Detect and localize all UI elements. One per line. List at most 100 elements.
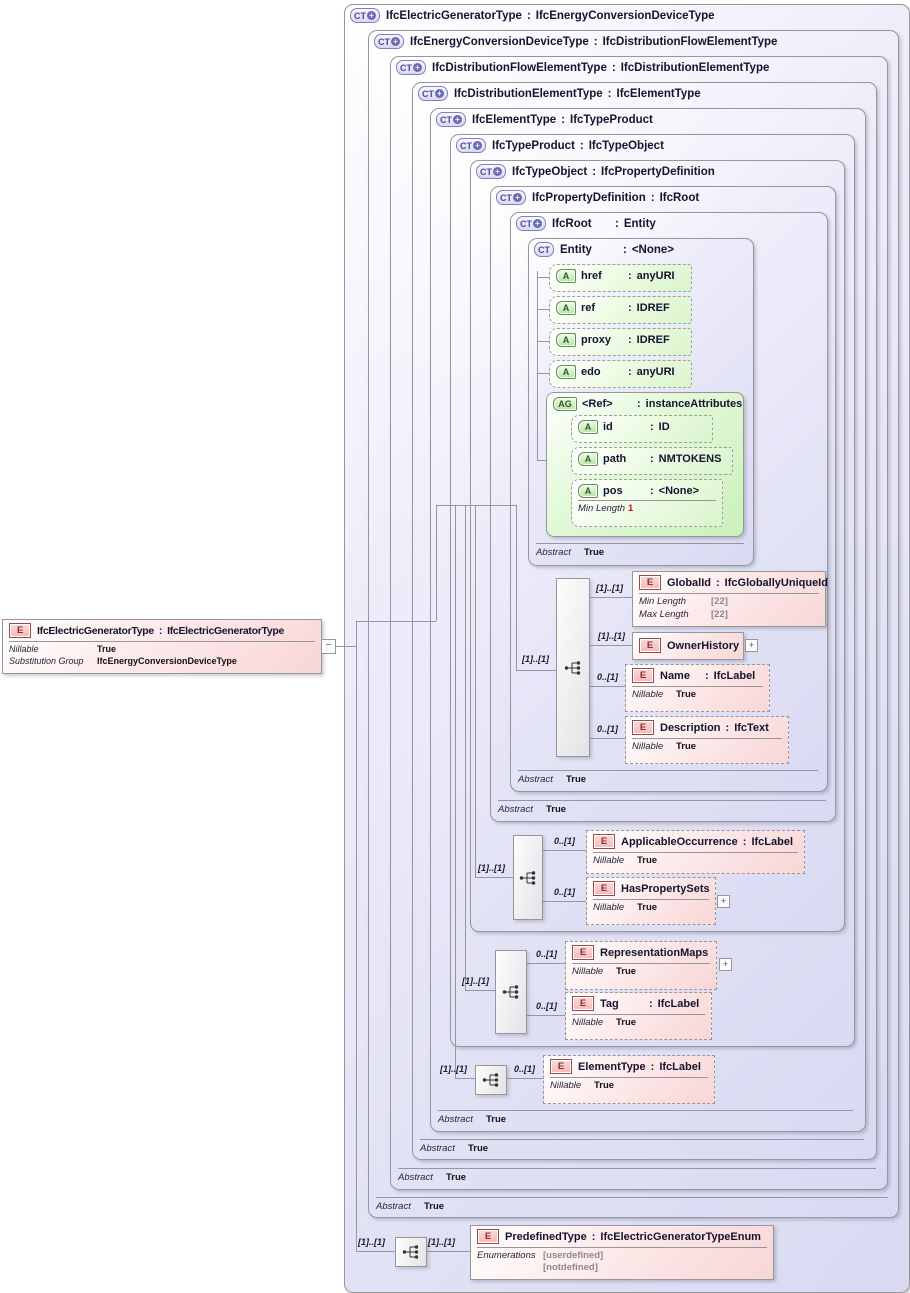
element-icon: E	[477, 1229, 499, 1244]
attribute-ref: A ref:IDREF	[549, 296, 692, 324]
cardinality-label: 0..[1]	[554, 887, 575, 897]
sequence-icon	[401, 1244, 421, 1260]
cardinality-label: 0..[1]	[554, 836, 575, 846]
cardinality-label: 0..[1]	[536, 949, 557, 959]
collapse-toggle[interactable]: −	[321, 639, 336, 654]
attribute-pos: A pos:<None> Min Length1	[571, 479, 723, 527]
element-description: E Description:IfcText NillableTrue	[625, 716, 789, 764]
sequence-group	[475, 1065, 507, 1095]
element-icon: E	[572, 945, 594, 960]
cardinality-label: [1]..[1]	[462, 976, 489, 986]
connector-line	[475, 505, 476, 877]
attribute-group-icon: AG	[553, 397, 577, 411]
element-globalid: E GlobalId:IfcGloballyUniqueId Min Lengt…	[632, 571, 826, 627]
connector-line	[465, 990, 495, 991]
element-elementtype: E ElementType:IfcLabel NillableTrue	[543, 1055, 715, 1104]
attribute-href: A href:anyURI	[549, 264, 692, 292]
cardinality-label: [1]..[1]	[598, 631, 625, 641]
sequence-icon	[501, 984, 521, 1000]
root-element-box: E IfcElectricGeneratorType:IfcElectricGe…	[2, 619, 322, 674]
connector-line	[537, 341, 549, 342]
connector-line	[465, 505, 466, 990]
complex-type-icon: CT	[534, 242, 554, 257]
facet-separator	[376, 1197, 888, 1198]
sequence-group	[395, 1237, 427, 1267]
element-icon: E	[593, 881, 615, 896]
complex-type-icon: CT+	[456, 138, 486, 153]
type-title-ifctypeobject: CT+ IfcTypeObject:IfcPropertyDefinition	[476, 164, 715, 179]
abstract-facet: AbstractTrue	[420, 1143, 488, 1154]
abstract-facet: AbstractTrue	[536, 547, 604, 558]
element-representationmaps: E RepresentationMaps NillableTrue	[565, 941, 717, 990]
connector-line	[537, 309, 549, 310]
type-title-entity: CT Entity:<None>	[534, 242, 674, 257]
sequence-icon	[518, 870, 538, 886]
connector-line	[516, 505, 517, 670]
complex-type-icon: CT+	[350, 8, 380, 23]
complex-type-icon: CT+	[374, 34, 404, 49]
connector-line	[588, 597, 632, 598]
element-name: E Name:IfcLabel NillableTrue	[625, 664, 770, 712]
attribute-icon: A	[556, 333, 576, 347]
connector-line	[505, 1078, 543, 1079]
connector-line	[425, 1251, 470, 1252]
connector-line	[525, 1015, 565, 1016]
type-title-ifcdistributionelementtype: CT+ IfcDistributionElementType:IfcElemen…	[418, 86, 701, 101]
connector-line	[588, 645, 632, 646]
type-title-ifctypeproduct: CT+ IfcTypeProduct:IfcTypeObject	[456, 138, 664, 153]
abstract-facet: AbstractTrue	[398, 1172, 466, 1183]
complex-type-icon: CT+	[436, 112, 466, 127]
connector-line	[516, 670, 556, 671]
attribute-edo: A edo:anyURI	[549, 360, 692, 388]
element-icon: E	[593, 834, 615, 849]
attribute-icon: A	[556, 365, 576, 379]
connector-line	[537, 373, 549, 374]
complex-type-icon: CT+	[516, 216, 546, 231]
facet-separator	[398, 1168, 876, 1169]
connector-line	[336, 646, 356, 647]
element-icon: E	[9, 623, 31, 638]
cardinality-label: 0..[1]	[514, 1064, 535, 1074]
facet-separator	[438, 1110, 853, 1111]
cardinality-label: [1]..[1]	[428, 1237, 455, 1247]
connector-line	[356, 621, 436, 622]
type-title-ifcelementtype: CT+ IfcElementType:IfcTypeProduct	[436, 112, 653, 127]
connector-line	[588, 686, 625, 687]
facet-separator	[498, 800, 826, 801]
element-icon: E	[572, 996, 594, 1011]
expand-toggle[interactable]: +	[745, 639, 758, 652]
attribute-icon: A	[556, 301, 576, 315]
cardinality-label: 0..[1]	[597, 672, 618, 682]
type-title-ifcpropertydefinition: CT+ IfcPropertyDefinition:IfcRoot	[496, 190, 699, 205]
sequence-group	[513, 835, 543, 920]
complex-type-icon: CT+	[396, 60, 426, 75]
attribute-icon: A	[578, 452, 598, 466]
connector-line	[537, 460, 546, 461]
connector-line	[436, 505, 516, 506]
element-predefinedtype: E PredefinedType:IfcElectricGeneratorTyp…	[470, 1225, 774, 1280]
connector-line	[588, 738, 625, 739]
cardinality-label: 0..[1]	[536, 1001, 557, 1011]
type-title-ifcelectricgeneratortype: CT+ IfcElectricGeneratorType:IfcEnergyCo…	[350, 8, 715, 23]
attribute-path: A path:NMTOKENS	[571, 447, 733, 475]
facet-separator	[518, 770, 818, 771]
attribute-icon: A	[556, 269, 576, 283]
connector-line	[541, 850, 586, 851]
sequence-group	[495, 950, 527, 1034]
abstract-facet: AbstractTrue	[376, 1201, 444, 1212]
abstract-facet: AbstractTrue	[498, 804, 566, 815]
cardinality-label: [1]..[1]	[478, 863, 505, 873]
attribute-proxy: A proxy:IDREF	[549, 328, 692, 356]
cardinality-label: [1]..[1]	[596, 583, 623, 593]
connector-line	[455, 1078, 475, 1079]
element-tag: E Tag:IfcLabel NillableTrue	[565, 992, 712, 1040]
type-title-ifcroot: CT+ IfcRoot:Entity	[516, 216, 656, 231]
connector-line	[475, 877, 513, 878]
xsd-schema-diagram: CT+ IfcElectricGeneratorType:IfcEnergyCo…	[0, 0, 910, 1293]
connector-line	[537, 271, 538, 461]
facet-separator	[536, 543, 744, 544]
connector-line	[537, 277, 549, 278]
expand-toggle[interactable]: +	[717, 895, 730, 908]
complex-type-icon: CT+	[496, 190, 526, 205]
expand-toggle[interactable]: +	[719, 958, 732, 971]
